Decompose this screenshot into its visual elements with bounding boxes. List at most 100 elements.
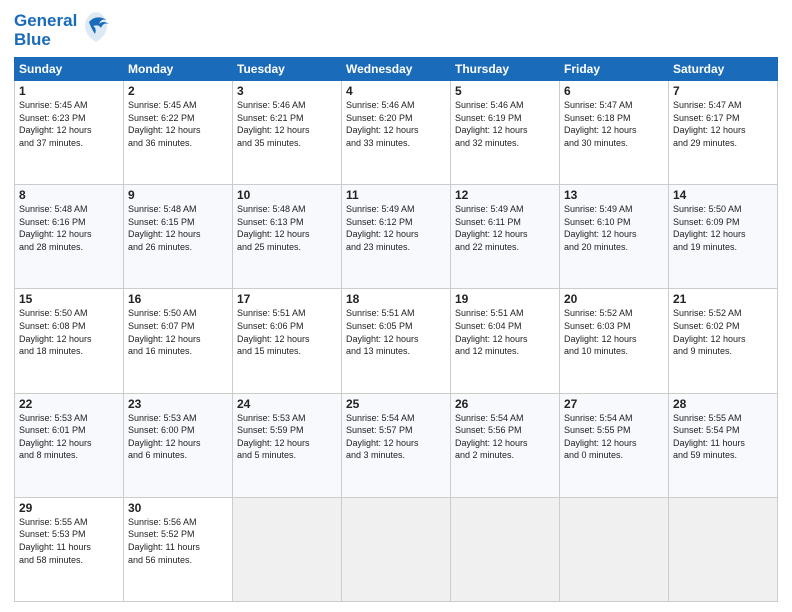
calendar-day-cell: 15Sunrise: 5:50 AM Sunset: 6:08 PM Dayli… xyxy=(15,289,124,393)
calendar-day-cell: 5Sunrise: 5:46 AM Sunset: 6:19 PM Daylig… xyxy=(451,81,560,185)
logo: General Blue xyxy=(14,10,111,51)
header-wednesday: Wednesday xyxy=(342,58,451,81)
calendar-day-cell: 22Sunrise: 5:53 AM Sunset: 6:01 PM Dayli… xyxy=(15,393,124,497)
calendar-day-cell: 9Sunrise: 5:48 AM Sunset: 6:15 PM Daylig… xyxy=(124,185,233,289)
day-info: Sunrise: 5:54 AM Sunset: 5:56 PM Dayligh… xyxy=(455,412,555,462)
calendar-day-cell: 12Sunrise: 5:49 AM Sunset: 6:11 PM Dayli… xyxy=(451,185,560,289)
day-info: Sunrise: 5:55 AM Sunset: 5:54 PM Dayligh… xyxy=(673,412,773,462)
calendar-day-cell: 30Sunrise: 5:56 AM Sunset: 5:52 PM Dayli… xyxy=(124,497,233,601)
day-number: 22 xyxy=(19,397,119,411)
day-number: 8 xyxy=(19,188,119,202)
day-info: Sunrise: 5:51 AM Sunset: 6:04 PM Dayligh… xyxy=(455,307,555,357)
day-info: Sunrise: 5:51 AM Sunset: 6:05 PM Dayligh… xyxy=(346,307,446,357)
day-info: Sunrise: 5:46 AM Sunset: 6:19 PM Dayligh… xyxy=(455,99,555,149)
calendar-day-cell xyxy=(233,497,342,601)
calendar-week-row: 15Sunrise: 5:50 AM Sunset: 6:08 PM Dayli… xyxy=(15,289,778,393)
logo-text-blue: Blue xyxy=(14,31,77,50)
calendar-week-row: 1Sunrise: 5:45 AM Sunset: 6:23 PM Daylig… xyxy=(15,81,778,185)
logo-text-general: General xyxy=(14,11,77,30)
day-info: Sunrise: 5:55 AM Sunset: 5:53 PM Dayligh… xyxy=(19,516,119,566)
day-number: 12 xyxy=(455,188,555,202)
day-info: Sunrise: 5:50 AM Sunset: 6:09 PM Dayligh… xyxy=(673,203,773,253)
day-number: 21 xyxy=(673,292,773,306)
day-number: 27 xyxy=(564,397,664,411)
day-info: Sunrise: 5:51 AM Sunset: 6:06 PM Dayligh… xyxy=(237,307,337,357)
day-info: Sunrise: 5:50 AM Sunset: 6:07 PM Dayligh… xyxy=(128,307,228,357)
day-info: Sunrise: 5:56 AM Sunset: 5:52 PM Dayligh… xyxy=(128,516,228,566)
day-number: 14 xyxy=(673,188,773,202)
calendar-day-cell: 13Sunrise: 5:49 AM Sunset: 6:10 PM Dayli… xyxy=(560,185,669,289)
day-info: Sunrise: 5:48 AM Sunset: 6:16 PM Dayligh… xyxy=(19,203,119,253)
calendar-day-cell: 3Sunrise: 5:46 AM Sunset: 6:21 PM Daylig… xyxy=(233,81,342,185)
calendar-day-cell: 14Sunrise: 5:50 AM Sunset: 6:09 PM Dayli… xyxy=(669,185,778,289)
calendar-day-cell: 1Sunrise: 5:45 AM Sunset: 6:23 PM Daylig… xyxy=(15,81,124,185)
day-number: 19 xyxy=(455,292,555,306)
day-number: 1 xyxy=(19,84,119,98)
day-number: 6 xyxy=(564,84,664,98)
calendar-day-cell: 16Sunrise: 5:50 AM Sunset: 6:07 PM Dayli… xyxy=(124,289,233,393)
calendar-day-cell: 27Sunrise: 5:54 AM Sunset: 5:55 PM Dayli… xyxy=(560,393,669,497)
calendar-day-cell xyxy=(669,497,778,601)
calendar-day-cell: 10Sunrise: 5:48 AM Sunset: 6:13 PM Dayli… xyxy=(233,185,342,289)
calendar-week-row: 8Sunrise: 5:48 AM Sunset: 6:16 PM Daylig… xyxy=(15,185,778,289)
day-number: 18 xyxy=(346,292,446,306)
day-number: 10 xyxy=(237,188,337,202)
calendar-day-cell: 4Sunrise: 5:46 AM Sunset: 6:20 PM Daylig… xyxy=(342,81,451,185)
header-sunday: Sunday xyxy=(15,58,124,81)
calendar-day-cell: 6Sunrise: 5:47 AM Sunset: 6:18 PM Daylig… xyxy=(560,81,669,185)
calendar-day-cell: 19Sunrise: 5:51 AM Sunset: 6:04 PM Dayli… xyxy=(451,289,560,393)
calendar-day-cell: 21Sunrise: 5:52 AM Sunset: 6:02 PM Dayli… xyxy=(669,289,778,393)
calendar-day-cell: 20Sunrise: 5:52 AM Sunset: 6:03 PM Dayli… xyxy=(560,289,669,393)
day-info: Sunrise: 5:53 AM Sunset: 6:01 PM Dayligh… xyxy=(19,412,119,462)
day-number: 23 xyxy=(128,397,228,411)
days-header-row: Sunday Monday Tuesday Wednesday Thursday… xyxy=(15,58,778,81)
day-info: Sunrise: 5:52 AM Sunset: 6:03 PM Dayligh… xyxy=(564,307,664,357)
day-number: 5 xyxy=(455,84,555,98)
day-info: Sunrise: 5:46 AM Sunset: 6:21 PM Dayligh… xyxy=(237,99,337,149)
calendar-day-cell: 8Sunrise: 5:48 AM Sunset: 6:16 PM Daylig… xyxy=(15,185,124,289)
day-info: Sunrise: 5:49 AM Sunset: 6:12 PM Dayligh… xyxy=(346,203,446,253)
calendar-day-cell xyxy=(560,497,669,601)
day-info: Sunrise: 5:48 AM Sunset: 6:15 PM Dayligh… xyxy=(128,203,228,253)
day-info: Sunrise: 5:50 AM Sunset: 6:08 PM Dayligh… xyxy=(19,307,119,357)
calendar-day-cell: 28Sunrise: 5:55 AM Sunset: 5:54 PM Dayli… xyxy=(669,393,778,497)
calendar-table: Sunday Monday Tuesday Wednesday Thursday… xyxy=(14,57,778,602)
day-info: Sunrise: 5:45 AM Sunset: 6:23 PM Dayligh… xyxy=(19,99,119,149)
day-number: 26 xyxy=(455,397,555,411)
calendar-day-cell: 24Sunrise: 5:53 AM Sunset: 5:59 PM Dayli… xyxy=(233,393,342,497)
header-tuesday: Tuesday xyxy=(233,58,342,81)
day-number: 4 xyxy=(346,84,446,98)
day-info: Sunrise: 5:54 AM Sunset: 5:57 PM Dayligh… xyxy=(346,412,446,462)
day-number: 11 xyxy=(346,188,446,202)
calendar-day-cell: 18Sunrise: 5:51 AM Sunset: 6:05 PM Dayli… xyxy=(342,289,451,393)
calendar-day-cell xyxy=(342,497,451,601)
header: General Blue xyxy=(14,10,778,51)
day-info: Sunrise: 5:49 AM Sunset: 6:10 PM Dayligh… xyxy=(564,203,664,253)
header-thursday: Thursday xyxy=(451,58,560,81)
calendar-day-cell xyxy=(451,497,560,601)
day-number: 17 xyxy=(237,292,337,306)
day-number: 7 xyxy=(673,84,773,98)
day-number: 30 xyxy=(128,501,228,515)
calendar-day-cell: 26Sunrise: 5:54 AM Sunset: 5:56 PM Dayli… xyxy=(451,393,560,497)
day-info: Sunrise: 5:46 AM Sunset: 6:20 PM Dayligh… xyxy=(346,99,446,149)
day-number: 25 xyxy=(346,397,446,411)
calendar-day-cell: 2Sunrise: 5:45 AM Sunset: 6:22 PM Daylig… xyxy=(124,81,233,185)
day-info: Sunrise: 5:49 AM Sunset: 6:11 PM Dayligh… xyxy=(455,203,555,253)
calendar-day-cell: 25Sunrise: 5:54 AM Sunset: 5:57 PM Dayli… xyxy=(342,393,451,497)
calendar-week-row: 29Sunrise: 5:55 AM Sunset: 5:53 PM Dayli… xyxy=(15,497,778,601)
day-number: 16 xyxy=(128,292,228,306)
day-number: 24 xyxy=(237,397,337,411)
header-monday: Monday xyxy=(124,58,233,81)
day-number: 2 xyxy=(128,84,228,98)
day-info: Sunrise: 5:53 AM Sunset: 5:59 PM Dayligh… xyxy=(237,412,337,462)
day-number: 3 xyxy=(237,84,337,98)
day-number: 9 xyxy=(128,188,228,202)
header-friday: Friday xyxy=(560,58,669,81)
calendar-day-cell: 7Sunrise: 5:47 AM Sunset: 6:17 PM Daylig… xyxy=(669,81,778,185)
header-saturday: Saturday xyxy=(669,58,778,81)
day-number: 15 xyxy=(19,292,119,306)
calendar-day-cell: 11Sunrise: 5:49 AM Sunset: 6:12 PM Dayli… xyxy=(342,185,451,289)
day-info: Sunrise: 5:53 AM Sunset: 6:00 PM Dayligh… xyxy=(128,412,228,462)
day-info: Sunrise: 5:45 AM Sunset: 6:22 PM Dayligh… xyxy=(128,99,228,149)
